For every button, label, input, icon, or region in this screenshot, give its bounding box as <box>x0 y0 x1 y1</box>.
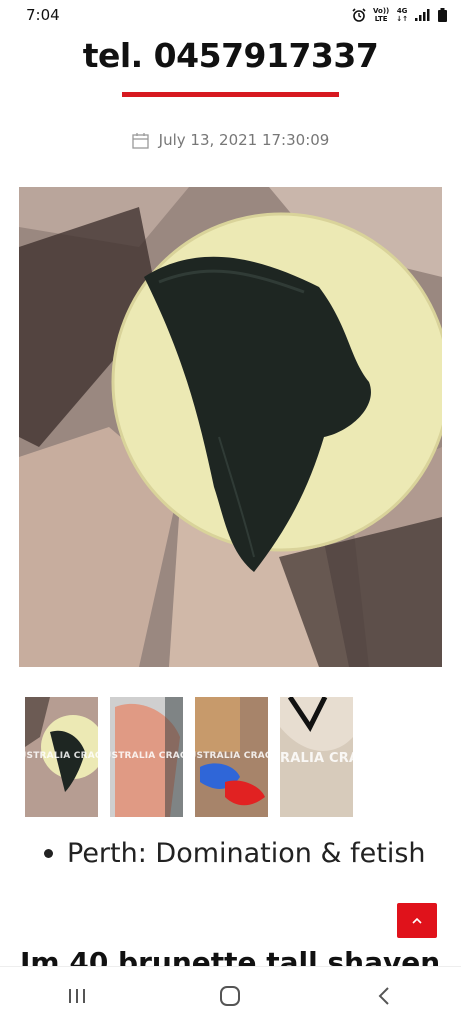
location-category[interactable]: Perth: Domination & fetish <box>67 838 426 869</box>
status-time: 7:04 <box>26 6 60 24</box>
watermark: USTRALIA CRACKED <box>25 751 98 761</box>
home-icon <box>220 986 241 1006</box>
status-icons: Vo)) LTE 4G ↓↑ <box>352 7 447 23</box>
thumbnail-3[interactable]: USTRALIA CRACKED <box>195 697 268 817</box>
calendar-icon <box>132 132 149 149</box>
back-button[interactable] <box>354 976 414 1016</box>
thumbnail-1[interactable]: USTRALIA CRACKED <box>25 697 98 817</box>
back-icon <box>378 987 389 1005</box>
home-button[interactable] <box>200 976 260 1016</box>
scroll-to-top-button[interactable] <box>397 903 437 938</box>
page-title: tel. 0457917337 <box>82 36 379 75</box>
thumbnail-gallery: USTRALIA CRACKED USTRALIA CRACKED USTRAL… <box>25 697 353 817</box>
watermark: USTRALIA CRACKED <box>195 751 268 761</box>
network-indicator: 4G ↓↑ <box>396 7 408 23</box>
main-photo-graphic <box>19 187 442 667</box>
volte-indicator: Vo)) LTE <box>373 7 390 23</box>
system-nav-bar <box>0 966 461 1025</box>
date-text: July 13, 2021 17:30:09 <box>158 131 330 149</box>
recent-apps-icon <box>68 989 85 1003</box>
signal-icon <box>415 9 430 21</box>
status-bar: 7:04 Vo)) LTE 4G ↓↑ <box>0 0 461 30</box>
watermark: RALIA CRA <box>280 751 353 766</box>
recent-apps-button[interactable] <box>47 976 107 1016</box>
thumbnail-2[interactable]: USTRALIA CRACKED <box>110 697 183 817</box>
watermark: USTRALIA CRACKED <box>110 751 183 761</box>
title-underline <box>122 92 339 97</box>
main-photo[interactable] <box>19 187 442 667</box>
battery-icon <box>438 8 447 22</box>
thumbnail-4[interactable]: RALIA CRA <box>280 697 353 817</box>
alarm-icon <box>352 8 366 22</box>
post-date: July 13, 2021 17:30:09 <box>0 131 461 149</box>
chevron-up-icon <box>412 917 422 924</box>
list-item: Perth: Domination & fetish <box>44 838 426 869</box>
bullet-icon <box>44 849 53 858</box>
